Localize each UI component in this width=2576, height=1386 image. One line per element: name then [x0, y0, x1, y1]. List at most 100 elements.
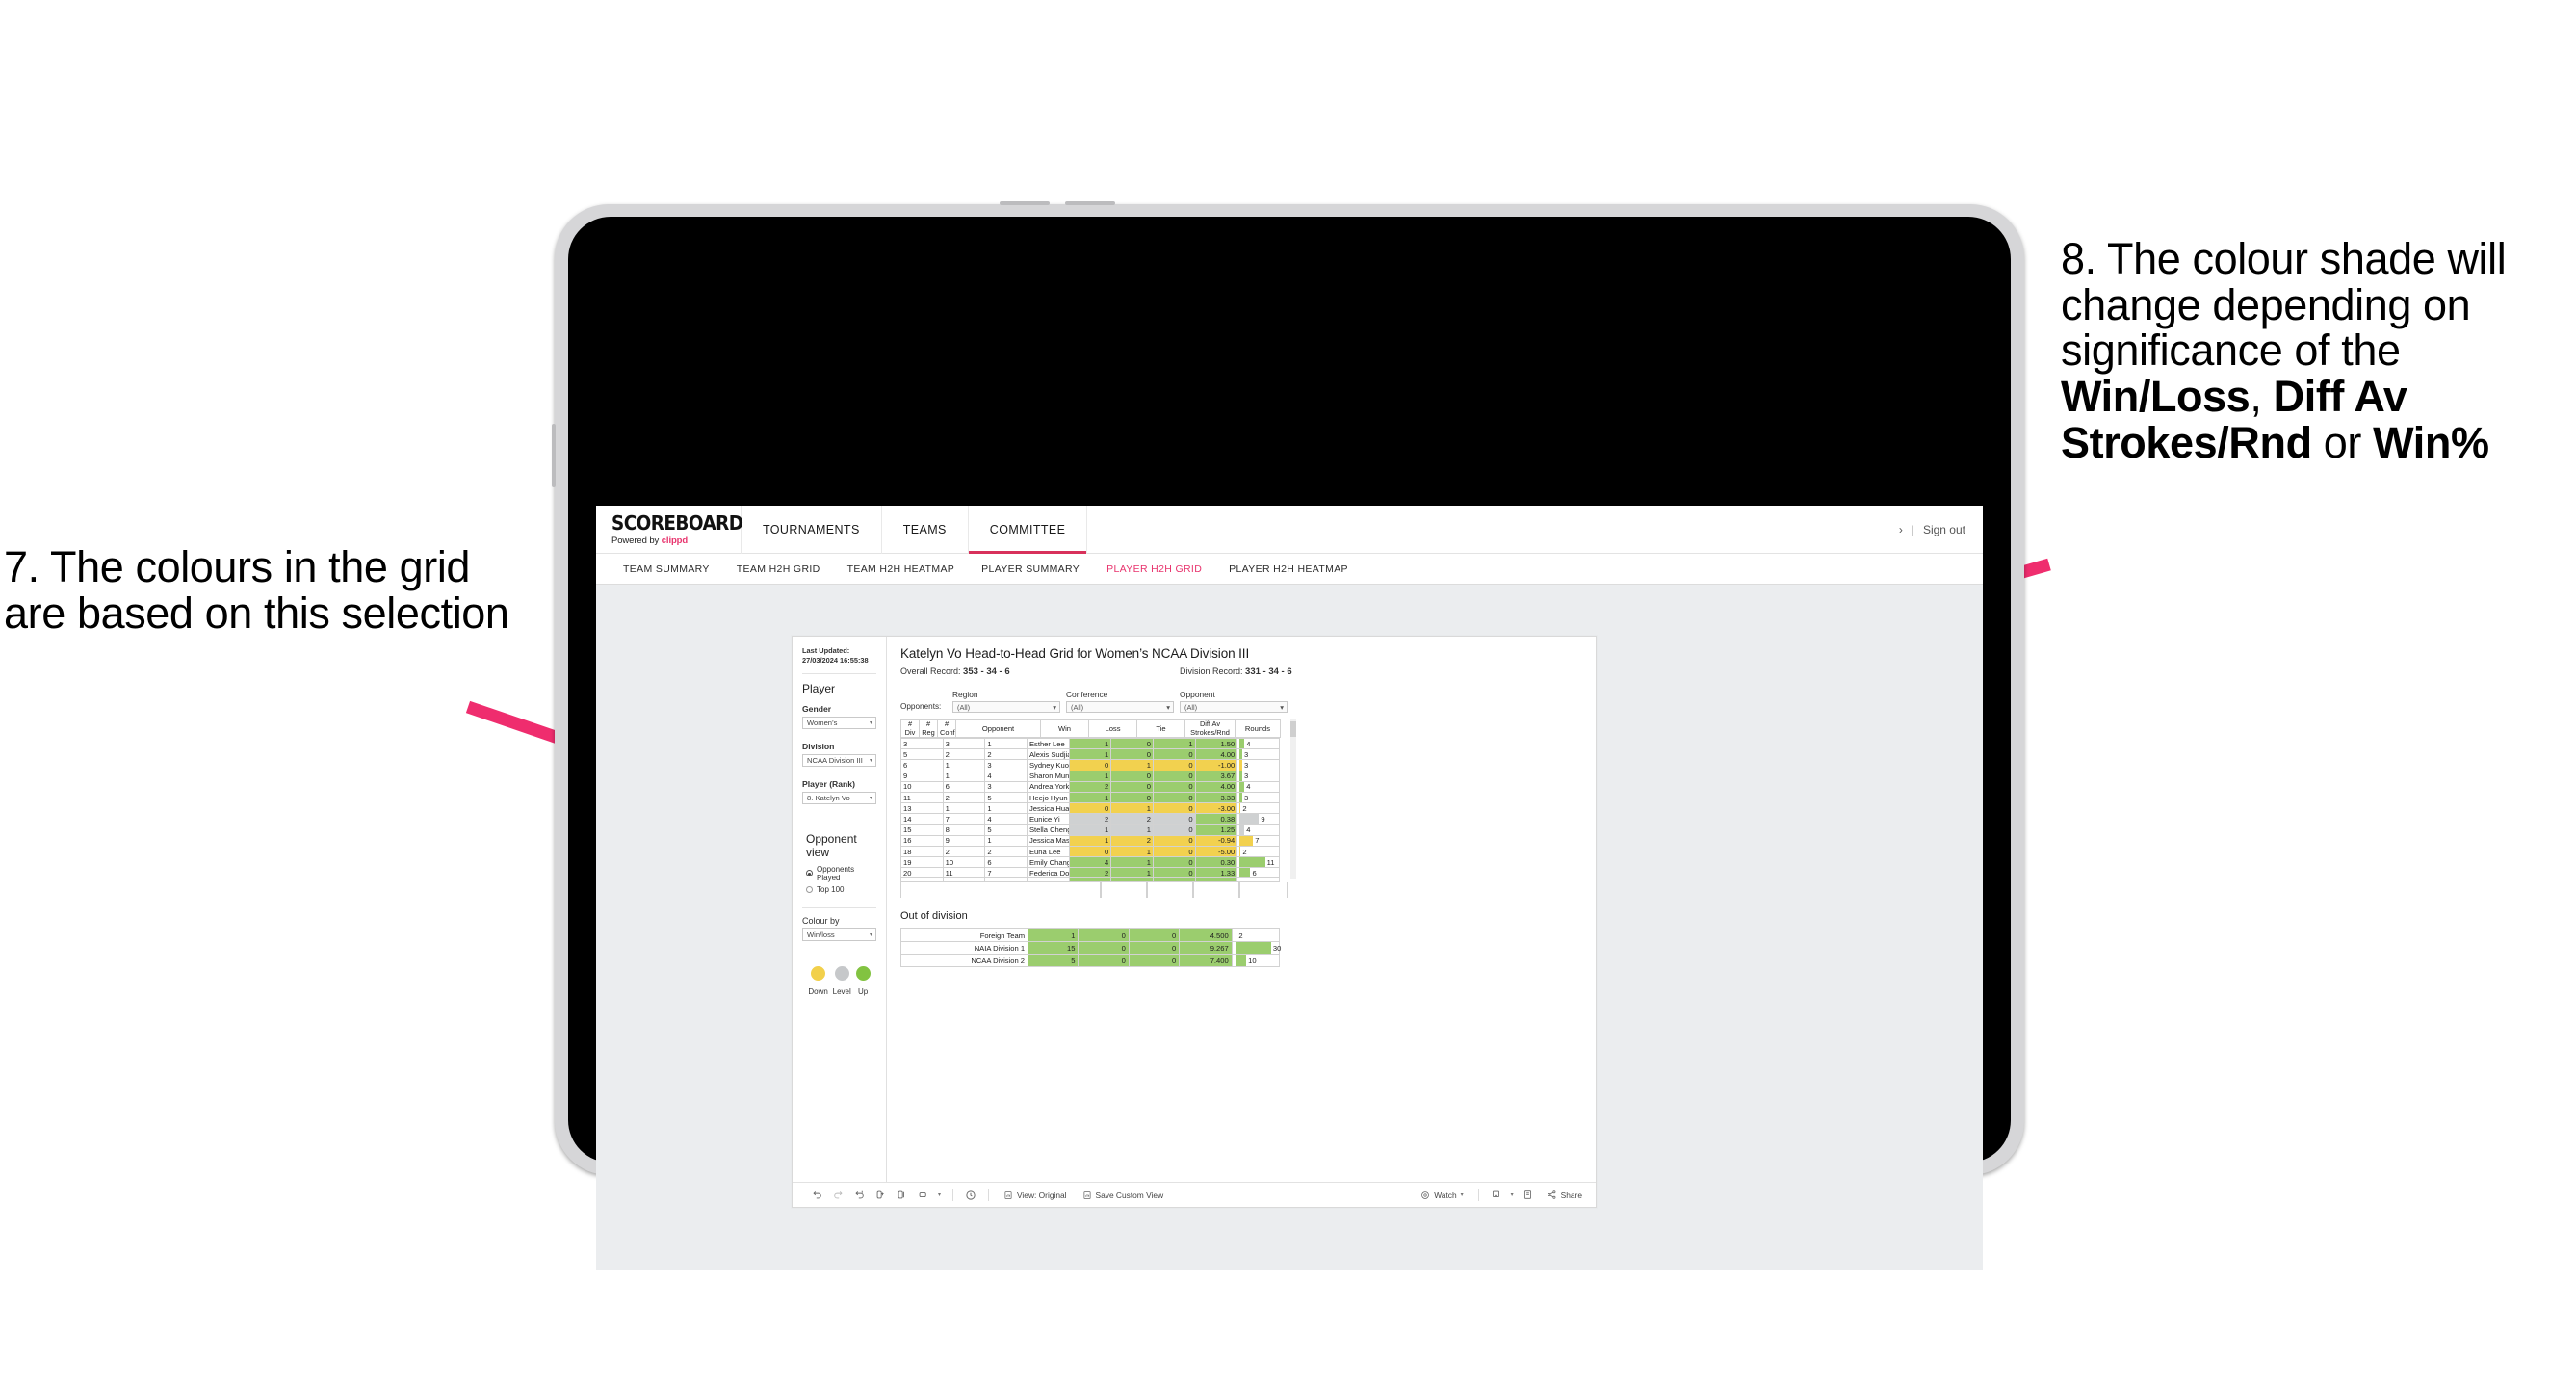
col-opponent[interactable]: Opponent — [955, 719, 1041, 739]
ood-cell-win: 5 — [1028, 954, 1080, 968]
radio-top-100[interactable]: Top 100 — [802, 885, 876, 894]
col-conf[interactable]: # Conf — [937, 719, 956, 739]
cell-conf: 7 — [984, 867, 1028, 879]
table-row[interactable]: 6 1 3 Sydney Kuo 0 1 0 -1.00 3 — [900, 759, 1280, 771]
table-row[interactable]: 11 2 5 Heejo Hyun 1 0 0 3.33 3 — [900, 791, 1280, 804]
tab-player-summary[interactable]: PLAYER SUMMARY — [968, 563, 1093, 575]
download-icon[interactable] — [1486, 1185, 1507, 1206]
visualization-container: Last Updated: 27/03/2024 16:55:38 Player… — [792, 636, 1597, 1208]
player-rank-select[interactable]: 8. Katelyn Vo ▾ — [802, 791, 876, 804]
h2h-grid-scroll-area[interactable]: 331Esther Lee1011.504522Alexis Sudjianto… — [900, 738, 1288, 899]
table-row[interactable]: 522Alexis Sudjianto1004.003 — [900, 748, 1280, 761]
caret-down-icon-2[interactable]: ▾ — [1507, 1185, 1518, 1206]
grid-scrollbar[interactable] — [1290, 719, 1296, 879]
clock-icon[interactable] — [960, 1185, 981, 1206]
secondary-nav: TEAM SUMMARY TEAM H2H GRID TEAM H2H HEAT… — [596, 554, 1983, 585]
overall-record-value: 353 - 34 - 6 — [963, 667, 1010, 677]
rounds-bar — [1239, 814, 1260, 824]
cell-loss: 1 — [1110, 845, 1154, 858]
chevron-down-icon: ▾ — [1166, 702, 1170, 712]
gender-select[interactable]: Women’s ▾ — [802, 716, 876, 729]
table-row[interactable]: 19 10 6 Emily Chang 4 1 0 0.30 11 — [900, 856, 1280, 869]
refresh-data-icon[interactable] — [870, 1185, 891, 1206]
col-tie[interactable]: Tie — [1136, 719, 1185, 739]
ood-row[interactable]: NAIA Division 1 15 0 0 9.267 30 — [899, 941, 1282, 955]
table-row[interactable]: 9 1 4 Sharon Mun 1 0 0 3.67 3 — [900, 770, 1280, 782]
radio-opponents-played[interactable]: Opponents Played — [802, 865, 876, 882]
nav-item-committee[interactable]: COMMITTEE — [968, 506, 1088, 554]
revert-icon[interactable] — [848, 1185, 870, 1206]
cell-tie: 0 — [1152, 824, 1196, 836]
ood-cell-win: 15 — [1028, 941, 1080, 955]
pause-data-icon[interactable] — [891, 1185, 912, 1206]
fullscreen-icon[interactable] — [1518, 1185, 1539, 1206]
cell-div: 15 — [900, 824, 944, 836]
cell-tie: 0 — [1152, 867, 1196, 879]
app-logo[interactable]: SCOREBOARD Powered by clippd — [596, 513, 743, 546]
caret-down-icon[interactable]: ▾ — [933, 1185, 946, 1206]
tab-team-summary[interactable]: TEAM SUMMARY — [610, 563, 723, 575]
cell-diff: -1.00 — [1194, 759, 1238, 771]
cell-conf: 2 — [984, 845, 1028, 858]
player-rank-value: 8. Katelyn Vo — [807, 793, 850, 802]
opponent-view-heading: Opponent view — [806, 831, 857, 859]
table-row[interactable]: 15 8 5 Stella Cheng 1 1 0 1.25 4 — [900, 824, 1280, 836]
table-row[interactable]: 3 3 1 Esther Lee 1 0 1 1.50 4 — [900, 738, 1280, 750]
table-row[interactable]: 1691Jessica Mason120-0.947 — [900, 834, 1280, 847]
ood-rounds-value: 30 — [1272, 943, 1282, 953]
page-title: Katelyn Vo Head-to-Head Grid for Women’s… — [900, 646, 1250, 661]
tab-player-h2h-heatmap[interactable]: PLAYER H2H HEATMAP — [1215, 563, 1362, 575]
records-row: Overall Record: 353 - 34 - 6 Division Re… — [900, 667, 1586, 677]
rectangle-select-icon[interactable] — [912, 1185, 933, 1206]
table-row[interactable]: 10 6 3 Andrea York 2 0 0 4.00 4 — [900, 780, 1280, 793]
cell-div: 3 — [900, 738, 944, 750]
grid-scrollbar-thumb[interactable] — [1290, 721, 1296, 737]
table-row[interactable]: 1311Jessica Huang010-3.002 — [900, 802, 1280, 815]
col-div[interactable]: # Div — [900, 719, 920, 739]
cell-tie: 0 — [1152, 748, 1196, 761]
col-win[interactable]: Win — [1040, 719, 1089, 739]
cell-conf: 1 — [984, 834, 1028, 847]
tab-team-h2h-heatmap[interactable]: TEAM H2H HEATMAP — [834, 563, 969, 575]
annotation-7: 7. The colours in the grid are based on … — [4, 544, 514, 636]
ood-row[interactable]: NCAA Division 2 5 0 0 7.400 10 — [899, 954, 1281, 968]
cell-opponent: Jessica Huang — [1026, 802, 1070, 815]
sign-out-link[interactable]: Sign out — [1923, 523, 1965, 536]
tab-team-h2h-grid[interactable]: TEAM H2H GRID — [723, 563, 834, 575]
region-select[interactable]: (All) ▾ — [952, 701, 1060, 713]
table-row[interactable]: 18 2 2 Euna Lee 0 1 0 -5.00 2 — [900, 845, 1280, 858]
chevron-right-icon[interactable]: › — [1899, 523, 1903, 536]
tab-player-h2h-grid[interactable]: PLAYER H2H GRID — [1093, 563, 1215, 575]
table-row-partial[interactable] — [900, 877, 1280, 883]
viz-toolbar: ▾ View: Original Save Custom View Watch … — [793, 1182, 1596, 1207]
save-custom-view-button[interactable]: Save Custom View — [1075, 1190, 1172, 1200]
undo-icon[interactable] — [806, 1185, 827, 1206]
share-button[interactable]: Share — [1539, 1190, 1596, 1200]
cell-diff: 0.30 — [1194, 856, 1238, 869]
nav-item-teams[interactable]: TEAMS — [882, 506, 969, 554]
cell-win: 2 — [1068, 813, 1112, 825]
cell-rounds: 4 — [1236, 738, 1280, 750]
division-record-value: 331 - 34 - 6 — [1245, 667, 1292, 677]
nav-item-tournaments[interactable]: TOURNAMENTS — [742, 506, 882, 554]
table-row[interactable]: 14 7 4 Eunice Yi 2 2 0 0.38 9 — [900, 813, 1280, 825]
col-reg[interactable]: # Reg — [919, 719, 938, 739]
cell-partial — [900, 877, 944, 883]
table-row[interactable]: 20117Federica Domecq Lacroze2101.33 6 — [900, 867, 1280, 879]
rounds-value: 2 — [1242, 847, 1247, 856]
ood-row[interactable]: Foreign Team 1 0 0 4.500 2 — [899, 928, 1281, 943]
cell-win: 1 — [1068, 834, 1112, 847]
grid-empty-tail — [900, 882, 1288, 899]
legend-label-level: Level — [832, 986, 851, 996]
view-original-button[interactable]: View: Original — [996, 1190, 1075, 1200]
division-select[interactable]: NCAA Division III ▾ — [802, 753, 876, 767]
colour-by-select[interactable]: Win/loss ▾ — [802, 928, 876, 941]
col-diff[interactable]: Diff Av Strokes/Rnd — [1184, 719, 1236, 739]
conference-select[interactable]: (All) ▾ — [1066, 701, 1174, 713]
redo-icon[interactable] — [827, 1185, 848, 1206]
col-loss[interactable]: Loss — [1088, 719, 1137, 739]
chevron-down-icon: ▾ — [1460, 1192, 1464, 1198]
col-rounds[interactable]: Rounds — [1235, 719, 1281, 739]
watch-button[interactable]: Watch ▾ — [1413, 1190, 1470, 1200]
opponent-select[interactable]: (All) ▾ — [1180, 701, 1288, 713]
